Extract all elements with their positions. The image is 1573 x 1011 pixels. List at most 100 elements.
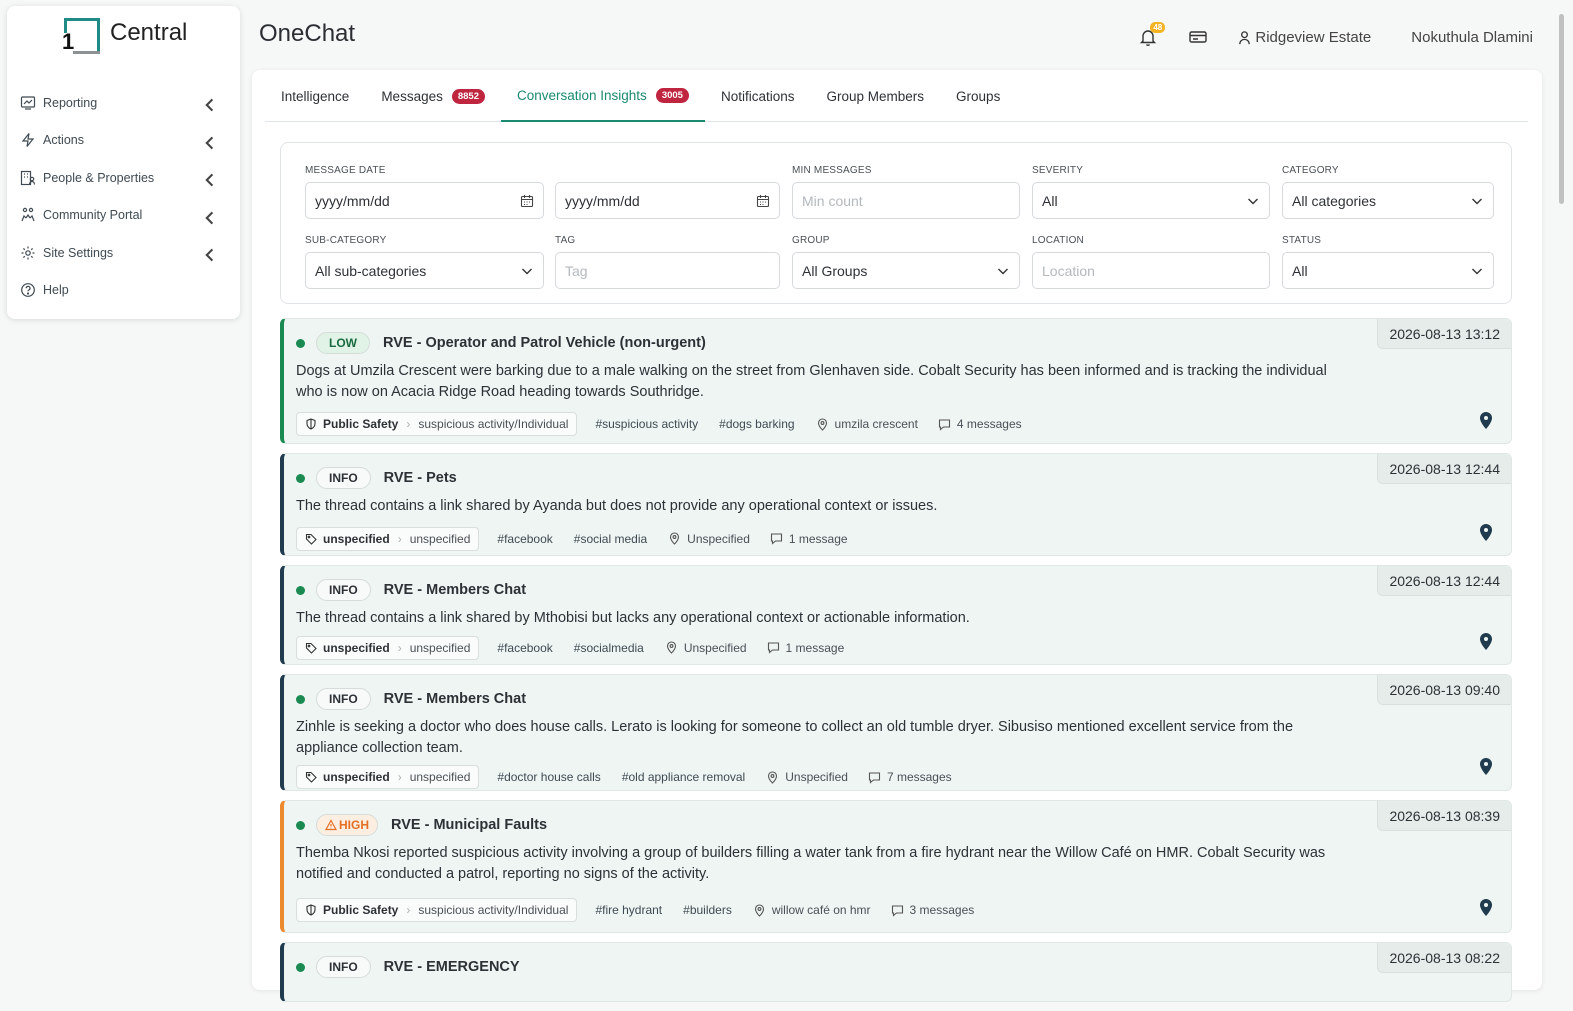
category-chip[interactable]: Public Safety › suspicious activity/Indivi… <box>296 412 578 436</box>
user-icon <box>1239 30 1251 44</box>
insight-card[interactable]: HIGH RVE - Municipal Faults 2026-08-13 0… <box>280 800 1512 933</box>
estate-name: Ridgeview Estate <box>1255 28 1372 46</box>
sidebar: 1 Central Reporting Actions People & Pro… <box>7 6 240 319</box>
map-pin-icon[interactable] <box>1478 410 1494 430</box>
insights-count-badge: 3005 <box>655 87 689 103</box>
chevron-right-icon: › <box>397 770 402 784</box>
sidebar-item-label: Reporting <box>43 95 98 110</box>
filter-label: STATUS <box>1282 235 1322 246</box>
category-chip[interactable]: unspecified › unspecified <box>296 635 480 660</box>
notification-count-badge: 48 <box>1150 22 1166 33</box>
category-chip[interactable]: unspecified › unspecified <box>296 765 480 789</box>
card-timestamp: 2026-08-13 08:22 <box>1377 943 1511 973</box>
map-pin-icon[interactable] <box>1478 756 1494 776</box>
tab-notifications[interactable]: Notifications <box>705 70 811 122</box>
card-description: The thread contains a link shared by Mth… <box>296 610 970 626</box>
filter-message-date-to: yyyy/mm/dd <box>555 165 780 219</box>
date-from-input[interactable]: yyyy/mm/dd <box>305 182 544 219</box>
tag-placeholder: Tag <box>565 262 588 279</box>
sub-category-label: suspicious activity/Individual <box>418 417 569 431</box>
sub-category-label: unspecified <box>409 770 471 784</box>
calendar-icon <box>520 194 534 207</box>
tag-chip[interactable]: #doctor house calls <box>497 770 600 784</box>
sidebar-item-community-portal[interactable]: Community Portal <box>7 197 240 235</box>
insight-card[interactable]: INFO RVE - Pets 2026-08-13 12:44 The thr… <box>280 453 1512 556</box>
insight-card[interactable]: INFO RVE - Members Chat 2026-08-13 12:44… <box>280 565 1512 665</box>
sidebar-item-people-properties[interactable]: People & Properties <box>7 159 240 197</box>
card-message-count[interactable]: 4 messages <box>938 417 1022 431</box>
ticket-icon[interactable] <box>1187 26 1209 48</box>
estate-selector[interactable]: Ridgeview Estate <box>1237 29 1371 46</box>
group-select[interactable]: All Groups <box>792 252 1020 289</box>
sub-category-select[interactable]: All sub-categories <box>305 252 544 289</box>
tab-group-members[interactable]: Group Members <box>811 70 941 122</box>
insight-card[interactable]: INFO RVE - EMERGENCY 2026-08-13 08:22 <box>280 942 1512 1002</box>
card-message-count[interactable]: 7 messages <box>868 770 952 784</box>
tag-chip[interactable]: #social media <box>574 532 647 546</box>
category-chip[interactable]: Public Safety › suspicious activity/Indivi… <box>296 898 578 922</box>
status-select[interactable]: All <box>1282 252 1494 289</box>
card-meta: unspecified › unspecified #doctor house ca… <box>284 758 1511 799</box>
tab-bar: Intelligence Messages 8852 Conversation I… <box>265 70 1528 122</box>
card-message-count[interactable]: 1 message <box>767 640 845 655</box>
sidebar-item-site-settings[interactable]: Site Settings <box>7 234 240 272</box>
chevron-down-icon <box>998 268 1008 274</box>
tag-chip[interactable]: #facebook <box>497 532 552 546</box>
date-to-value: yyyy/mm/dd <box>565 192 640 209</box>
sidebar-item-help[interactable]: Help <box>7 272 240 310</box>
message-count-text: 7 messages <box>886 770 952 784</box>
status-dot <box>296 473 305 483</box>
page-scrollbar[interactable] <box>1557 0 1569 1000</box>
category-chip[interactable]: unspecified › unspecified <box>296 526 480 551</box>
card-title: RVE - Members Chat <box>383 691 527 707</box>
filter-label: MIN MESSAGES <box>792 165 872 176</box>
sidebar-item-reporting[interactable]: Reporting <box>7 84 240 122</box>
status-dot <box>296 962 305 972</box>
card-message-count[interactable]: 1 message <box>770 532 848 546</box>
min-messages-input[interactable]: Min count <box>792 182 1020 219</box>
notifications-button[interactable]: 48 <box>1137 22 1166 48</box>
location-input[interactable]: Location <box>1032 252 1270 289</box>
sidebar-item-label: Site Settings <box>43 245 114 260</box>
map-pin-icon[interactable] <box>1478 897 1494 917</box>
location-text: Unspecified <box>683 640 747 655</box>
card-meta: unspecified › unspecified #facebook #socia… <box>284 629 1511 670</box>
severity-select[interactable]: All <box>1032 182 1270 219</box>
message-count-text: 1 message <box>785 640 845 655</box>
status-dot <box>296 694 305 704</box>
card-timestamp: 2026-08-13 08:39 <box>1377 801 1511 831</box>
tag-chip[interactable]: #old appliance removal <box>622 770 745 784</box>
central-logo[interactable]: 1 Central <box>62 16 213 60</box>
chevron-left-icon <box>205 248 214 262</box>
chevron-right-icon: › <box>406 903 411 917</box>
severity-badge: INFO <box>316 467 371 489</box>
tab-groups[interactable]: Groups <box>940 70 1016 122</box>
date-to-input[interactable]: yyyy/mm/dd <box>555 182 780 219</box>
tab-messages[interactable]: Messages 8852 <box>365 70 501 122</box>
tab-conversation-insights[interactable]: Conversation Insights 3005 <box>500 70 705 122</box>
sidebar-item-actions[interactable]: Actions <box>7 122 240 160</box>
tag-chip[interactable]: #builders <box>683 903 732 917</box>
severity-label: HIGH <box>339 818 369 832</box>
tag-chip[interactable]: #socialmedia <box>574 641 644 655</box>
tag-chip[interactable]: #facebook <box>497 641 552 655</box>
card-timestamp: 2026-08-13 12:44 <box>1377 454 1511 484</box>
scrollbar-thumb[interactable] <box>1559 14 1564 204</box>
tab-intelligence[interactable]: Intelligence <box>265 70 365 122</box>
map-pin-icon[interactable] <box>1478 631 1494 651</box>
tag-chip[interactable]: #dogs barking <box>719 417 794 431</box>
tag-chip[interactable]: #fire hydrant <box>595 903 662 917</box>
map-pin-icon[interactable] <box>1478 522 1494 542</box>
tag-icon <box>305 533 317 545</box>
sub-category-label: unspecified <box>409 531 471 546</box>
tag-input[interactable]: Tag <box>555 252 780 289</box>
card-header: LOW RVE - Operator and Patrol Vehicle (n… <box>284 319 1511 355</box>
sidebar-nav: Reporting Actions People & Properties Co… <box>7 84 240 309</box>
chevron-right-icon: › <box>406 417 411 431</box>
tag-chip[interactable]: #suspicious activity <box>595 417 698 431</box>
insight-card[interactable]: INFO RVE - Members Chat 2026-08-13 09:40… <box>280 674 1512 791</box>
user-name[interactable]: Nokuthula Dlamini <box>1411 29 1533 46</box>
card-message-count[interactable]: 3 messages <box>891 903 974 917</box>
insight-card[interactable]: LOW RVE - Operator and Patrol Vehicle (n… <box>280 318 1512 444</box>
category-select[interactable]: All categories <box>1282 182 1494 219</box>
